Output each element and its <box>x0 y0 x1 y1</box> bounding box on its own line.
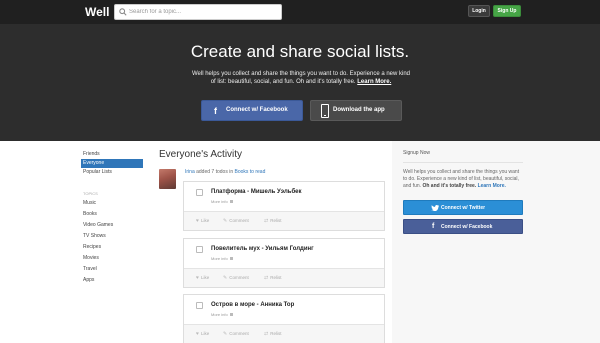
card-actions: ♥ Like ✎ Comment ⇄ Relist <box>184 324 384 343</box>
top-nav: Well Login Sign Up <box>0 0 600 24</box>
download-app-label: Download the app <box>333 107 385 113</box>
activity-heading: Everyone's Activity <box>159 149 243 160</box>
facebook-icon: f <box>432 223 435 230</box>
hero-description: Well helps you collect and share the thi… <box>190 70 412 86</box>
info-icon <box>229 257 233 260</box>
signup-panel: Signup Now Well helps you collect and sh… <box>403 150 523 190</box>
download-app-button[interactable]: Download the app <box>310 100 402 121</box>
signup-learn-more-link[interactable]: Learn More. <box>478 183 506 189</box>
comment-icon: ✎ <box>223 331 228 337</box>
relist-icon: ⇄ <box>264 275 269 281</box>
comment-icon: ✎ <box>223 275 228 281</box>
sidebar-nav: Friends Everyone Popular Lists TOPICS Mu… <box>81 150 143 286</box>
hero-section: Create and share social lists. Well help… <box>0 24 600 141</box>
sidebar-item-popular-lists[interactable]: Popular Lists <box>81 168 143 177</box>
heart-icon: ♥ <box>196 275 199 281</box>
hero-facebook-label: Connect w/ Facebook <box>226 107 288 113</box>
search-box[interactable] <box>114 4 282 20</box>
sidebar-item-friends[interactable]: Friends <box>81 150 143 159</box>
relist-icon: ⇄ <box>264 218 269 224</box>
twitter-connect-button[interactable]: Connect w/ Twitter <box>403 200 523 215</box>
comment-button[interactable]: ✎ Comment <box>223 218 249 224</box>
card-actions: ♥ Like ✎ Comment ⇄ Relist <box>184 268 384 287</box>
twitter-connect-label: Connect w/ Twitter <box>441 205 486 211</box>
like-button[interactable]: ♥ Like <box>196 275 209 281</box>
info-icon <box>229 200 233 203</box>
phone-icon <box>321 104 329 118</box>
topic-travel[interactable]: Travel <box>81 264 143 275</box>
relist-label: Relist <box>270 331 282 336</box>
comment-label: Comment <box>229 275 249 280</box>
todo-card: Повелитель мух - Уильям Голдинг More inf… <box>183 238 385 288</box>
relist-button[interactable]: ⇄ Relist <box>264 331 281 337</box>
main-content: Friends Everyone Popular Lists TOPICS Mu… <box>0 141 600 343</box>
more-info-label: More info <box>211 199 228 204</box>
comment-label: Comment <box>229 331 249 336</box>
more-info[interactable]: More info <box>211 312 233 317</box>
todo-title[interactable]: Остров в море - Анника Тор <box>211 302 294 308</box>
topic-tv-shows[interactable]: TV Shows <box>81 231 143 242</box>
signup-button[interactable]: Sign Up <box>493 5 521 17</box>
heart-icon: ♥ <box>196 331 199 337</box>
more-info-label: More info <box>211 312 228 317</box>
todo-title[interactable]: Платформа - Мишель Уэльбек <box>211 189 301 195</box>
hero-title: Create and share social lists. <box>190 42 410 61</box>
todo-card: Платформа - Мишель Уэльбек More info ♥ Li… <box>183 181 385 231</box>
search-input[interactable] <box>129 5 279 19</box>
heart-icon: ♥ <box>196 218 199 224</box>
comment-button[interactable]: ✎ Comment <box>223 275 249 281</box>
hero-learn-more-link[interactable]: Learn More. <box>357 79 391 85</box>
topic-video-games[interactable]: Video Games <box>81 220 143 231</box>
relist-label: Relist <box>270 275 282 280</box>
comment-button[interactable]: ✎ Comment <box>223 331 249 337</box>
activity-action-text: added 7 todos in <box>194 169 235 175</box>
relist-label: Relist <box>270 218 282 223</box>
divider <box>403 162 523 163</box>
relist-button[interactable]: ⇄ Relist <box>264 218 281 224</box>
user-link[interactable]: Irina <box>185 169 195 175</box>
sidebar-item-everyone[interactable]: Everyone <box>81 159 143 168</box>
topic-music[interactable]: Music <box>81 198 143 209</box>
comment-label: Comment <box>229 218 249 223</box>
signup-heading: Signup Now <box>403 150 430 156</box>
like-label: Like <box>200 275 210 280</box>
info-icon <box>229 313 233 316</box>
like-button[interactable]: ♥ Like <box>196 218 209 224</box>
todo-card: Остров в море - Анника Тор More info ♥ Li… <box>183 294 385 343</box>
todo-checkbox[interactable] <box>196 302 203 309</box>
signup-text: Well helps you collect and share the thi… <box>403 169 521 190</box>
facebook-connect-button[interactable]: f Connect w/ Facebook <box>403 219 523 234</box>
comment-icon: ✎ <box>223 218 228 224</box>
card-actions: ♥ Like ✎ Comment ⇄ Relist <box>184 211 384 230</box>
like-button[interactable]: ♥ Like <box>196 331 209 337</box>
relist-icon: ⇄ <box>264 331 269 337</box>
todo-checkbox[interactable] <box>196 246 203 253</box>
twitter-icon <box>431 205 439 211</box>
todo-checkbox[interactable] <box>196 189 203 196</box>
topic-movies[interactable]: Movies <box>81 253 143 264</box>
topic-recipes[interactable]: Recipes <box>81 242 143 253</box>
search-icon <box>119 8 127 16</box>
more-info-label: More info <box>211 256 228 261</box>
signup-text-bold: Oh and it's totally free. <box>422 183 478 189</box>
activity-summary: Irina added 7 todos in Books to read <box>185 169 265 175</box>
logo[interactable]: Well <box>85 5 109 19</box>
todo-title[interactable]: Повелитель мух - Уильям Голдинг <box>211 246 314 252</box>
topic-books[interactable]: Books <box>81 209 143 220</box>
facebook-connect-label: Connect w/ Facebook <box>441 224 493 230</box>
list-link[interactable]: Books to read <box>235 169 266 175</box>
avatar[interactable] <box>159 169 176 189</box>
more-info[interactable]: More info <box>211 199 233 204</box>
topics-heading: TOPICS <box>83 191 98 196</box>
hero-facebook-button[interactable]: f Connect w/ Facebook <box>201 100 303 121</box>
facebook-icon: f <box>214 106 217 116</box>
more-info[interactable]: More info <box>211 256 233 261</box>
login-button[interactable]: Login <box>468 5 490 17</box>
relist-button[interactable]: ⇄ Relist <box>264 275 281 281</box>
like-label: Like <box>200 331 210 336</box>
like-label: Like <box>200 218 210 223</box>
topic-apps[interactable]: Apps <box>81 275 143 286</box>
